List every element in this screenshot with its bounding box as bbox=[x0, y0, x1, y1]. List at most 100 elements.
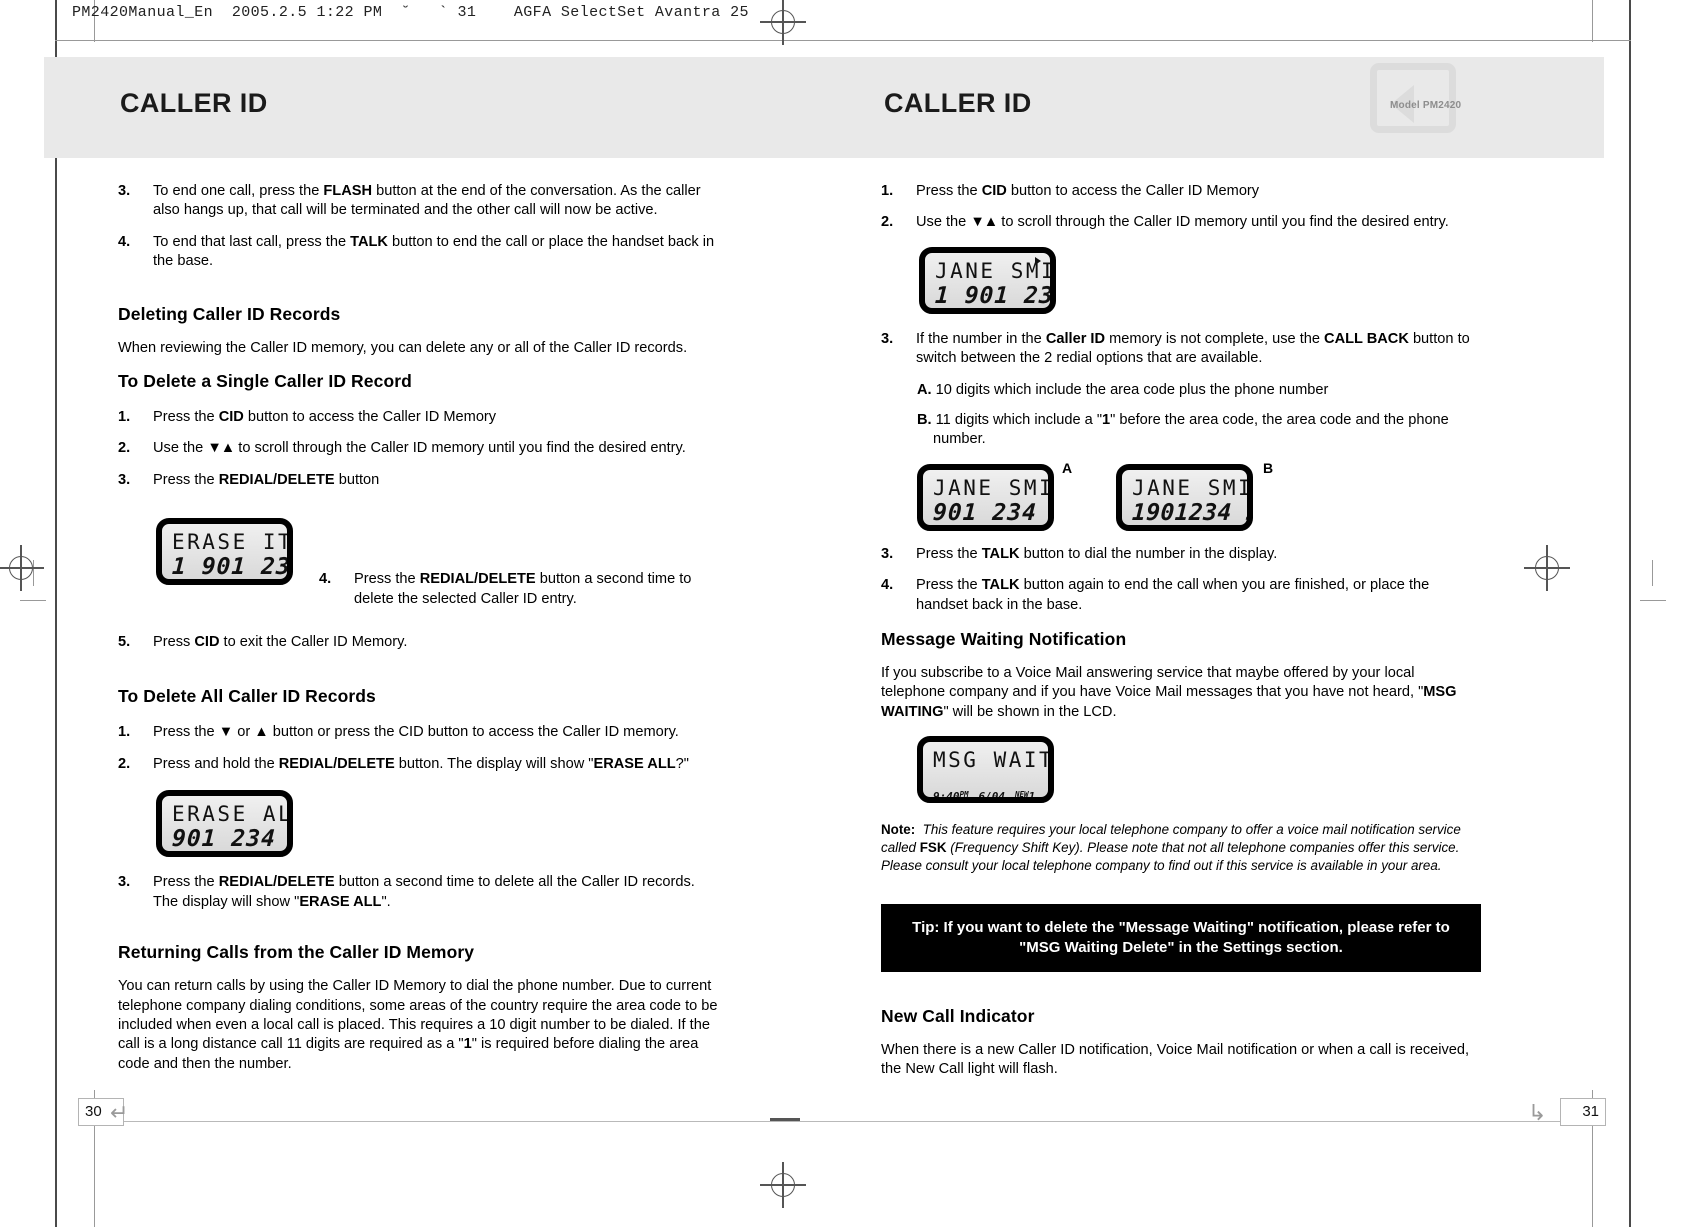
lcd-line-2: 1 901 234 567 bbox=[171, 554, 293, 581]
subheading-delete-single: To Delete a Single Caller ID Record bbox=[118, 371, 412, 392]
list-item: 3. Press the TALK button to dial the num… bbox=[881, 545, 1481, 564]
lcd-display-erase-item: ERASE ITEM? 1 901 234 567 NEW1 RPT1 bbox=[156, 518, 293, 586]
lcd-line-1: MSG WAITING bbox=[933, 748, 1054, 773]
registration-mark-top bbox=[760, 0, 806, 45]
list-item: 4. To end that last call, press the TALK… bbox=[118, 233, 718, 272]
paragraph-msg-waiting: If you subscribe to a Voice Mail answeri… bbox=[881, 665, 1457, 720]
section-heading-returning: Returning Calls from the Caller ID Memor… bbox=[118, 942, 475, 963]
list-item: 3. If the number in the Caller ID memory… bbox=[881, 330, 1481, 369]
lcd-date: 6/04 bbox=[218, 853, 245, 857]
paragraph-returning: You can return calls by using the Caller… bbox=[118, 978, 718, 1072]
lcd-rpt-indicator: RPT11 bbox=[1011, 527, 1038, 531]
lcd-new-indicator: NEW1 bbox=[981, 527, 1001, 531]
page-number-right: 31 bbox=[1560, 1098, 1606, 1126]
lcd-indicators: NEW1 RPT1 bbox=[162, 580, 287, 585]
page-title-right: CALLER ID bbox=[884, 88, 1032, 118]
list-item-text: Press the TALK button again to end the c… bbox=[916, 577, 1430, 613]
list-item-text: Press the REDIAL/DELETE button a second … bbox=[153, 874, 695, 910]
list-item: 3. Press the REDIAL/DELETE button a seco… bbox=[118, 873, 718, 912]
list-item: 4. Press the REDIAL/DELETE button a seco… bbox=[319, 570, 718, 609]
paragraph-new-call: When there is a new Caller ID notificati… bbox=[881, 1042, 1470, 1078]
lcd-new-indicator: NEW1 bbox=[254, 853, 274, 857]
lcd-display-erase-all: ERASE ALL? 901 234 5678 9:40PM 6/04 NEW1 bbox=[156, 790, 293, 858]
lcd-option-b-group: JANE SMITH 1901234 5678 NEW1 RPT11 B bbox=[1116, 460, 1273, 531]
tip-callout-box: Tip: If you want to delete the "Message … bbox=[881, 903, 1481, 973]
lcd-line-1: JANE SMITH bbox=[1132, 475, 1253, 500]
right-page-column: 1. Press the CID button to access the Ca… bbox=[881, 182, 1481, 1093]
lcd-rpt-indicator: RPT11 bbox=[1210, 527, 1237, 531]
list-item-text: Press the CID button to access the Calle… bbox=[916, 183, 1260, 199]
list-item: 2. Press and hold the REDIAL/DELETE butt… bbox=[118, 755, 718, 774]
lcd-indicators: NEW1 RPT11 bbox=[1122, 526, 1247, 531]
list-item-number: 5. bbox=[118, 634, 131, 651]
lcd-label-b: B bbox=[1263, 459, 1274, 476]
registration-mark-bottom bbox=[760, 1162, 806, 1208]
trim-line-top bbox=[55, 40, 1631, 41]
list-item: 2. Use the ▼▲ to scroll through the Call… bbox=[118, 439, 718, 458]
list-item-number: 3. bbox=[118, 471, 131, 488]
lcd-indicators: NEW1 RPT11 bbox=[925, 309, 1050, 314]
lcd-display-msg-waiting: MSG WAITING 9:40PM 6/04 NEW1 bbox=[917, 736, 1054, 804]
lcd-display-option-a: JANE SMITH 901 234 5678 NEW1 RPT11 bbox=[917, 463, 1054, 531]
left-page-column: 3. To end one call, press the FLASH butt… bbox=[118, 182, 718, 1087]
list-item-number: 3. bbox=[118, 874, 131, 891]
footer-center-tick bbox=[770, 1118, 800, 1121]
section-heading-deleting: Deleting Caller ID Records bbox=[118, 303, 341, 324]
list-item-number: 1. bbox=[118, 724, 131, 741]
option-a-text: A. 10 digits which include the area code… bbox=[917, 381, 1329, 398]
list-item-number: 3. bbox=[881, 545, 894, 562]
sheet-edge-left bbox=[55, 0, 57, 1227]
list-item-number: 2. bbox=[118, 440, 131, 457]
lcd-time: 9:40PM bbox=[933, 790, 969, 804]
printer-slug-line: PM2420Manual_En 2005.2.5 1:22 PM ˘ ` 31 … bbox=[72, 4, 749, 21]
lcd-line-2: 901 234 5678 bbox=[932, 499, 1054, 526]
up-arrow-icon: ▲ bbox=[254, 724, 269, 741]
list-item: 1. Press the ▼ or ▲ button or press the … bbox=[118, 723, 718, 742]
list-item: 3. To end one call, press the FLASH butt… bbox=[118, 182, 718, 221]
list-item-number: 4. bbox=[319, 571, 332, 588]
lcd-line-2: 1 901 234 567 bbox=[934, 282, 1056, 309]
lcd-display-option-b: JANE SMITH 1901234 5678 NEW1 RPT11 bbox=[1116, 463, 1253, 531]
list-item-text: To end that last call, press the TALK bu… bbox=[153, 233, 715, 270]
footer-arrow-right-icon: ↳ bbox=[1528, 1100, 1547, 1125]
lcd-rpt-indicator: RPT11 bbox=[1013, 310, 1040, 314]
down-up-arrow-icon: ▼▲ bbox=[207, 440, 235, 457]
list-item: 4. Press the TALK button again to end th… bbox=[881, 576, 1481, 615]
lcd-label-a: A bbox=[1062, 459, 1073, 476]
trim-tick-left-h bbox=[20, 600, 46, 601]
list-item-number: 3. bbox=[881, 330, 894, 347]
list-item-text: Press the CID button to access the Calle… bbox=[153, 409, 497, 426]
registration-mark-left bbox=[0, 545, 44, 591]
lcd-arrow-indicator-icon bbox=[1035, 256, 1041, 265]
lcd-new-indicator: NEW1 bbox=[983, 310, 1003, 314]
list-item: 2. Use the ▼▲ to scroll through the Call… bbox=[881, 213, 1481, 232]
section-heading-msg-waiting: Message Waiting Notification bbox=[881, 629, 1127, 650]
note-block: Note: This feature requires your local t… bbox=[881, 822, 1461, 874]
list-item-text: Press and hold the REDIAL/DELETE button.… bbox=[153, 755, 689, 772]
footer-arrow-left-icon: ↵ bbox=[110, 1100, 129, 1125]
list-item-text: Press the ▼ or ▲ button or press the CID… bbox=[153, 724, 679, 741]
lcd-indicators: 9:40PM 6/04 NEW1 bbox=[923, 789, 1048, 804]
sheet-edge-right bbox=[1629, 0, 1631, 1227]
lcd-new-indicator: NEW1 bbox=[1015, 790, 1036, 804]
lcd-line-2: 901 234 5678 bbox=[171, 826, 293, 853]
list-item-text: Press the REDIAL/DELETE button a second … bbox=[354, 571, 692, 607]
lcd-line-1: ERASE ALL? bbox=[172, 802, 293, 827]
trim-tick-right-v bbox=[1652, 560, 1653, 586]
list-item-number: 3. bbox=[118, 183, 131, 199]
down-up-arrow-icon: ▼▲ bbox=[970, 214, 998, 231]
lcd-line-2: 1901234 5678 bbox=[1131, 499, 1253, 526]
list-item-text: If the number in the Caller ID memory is… bbox=[916, 330, 1470, 367]
list-item-text: Press the TALK button to dial the number… bbox=[916, 545, 1278, 562]
lcd-new-indicator: NEW1 bbox=[1180, 527, 1200, 531]
lcd-indicators: NEW1 RPT11 bbox=[923, 526, 1048, 531]
lcd-time: 9:40PM bbox=[172, 853, 208, 857]
list-item-text: Use the ▼▲ to scroll through the Caller … bbox=[916, 214, 1449, 231]
list-item-number: 4. bbox=[118, 233, 131, 250]
list-item-text: Press the REDIAL/DELETE button bbox=[153, 471, 380, 488]
lcd-option-a-group: JANE SMITH 901 234 5678 NEW1 RPT11 A bbox=[917, 460, 1072, 531]
lcd-new-indicator: NEW1 bbox=[227, 581, 247, 585]
list-item-text: To end one call, press the FLASH button … bbox=[153, 183, 701, 219]
registration-mark-right bbox=[1524, 545, 1570, 591]
lcd-rpt-indicator: RPT1 bbox=[257, 581, 277, 585]
